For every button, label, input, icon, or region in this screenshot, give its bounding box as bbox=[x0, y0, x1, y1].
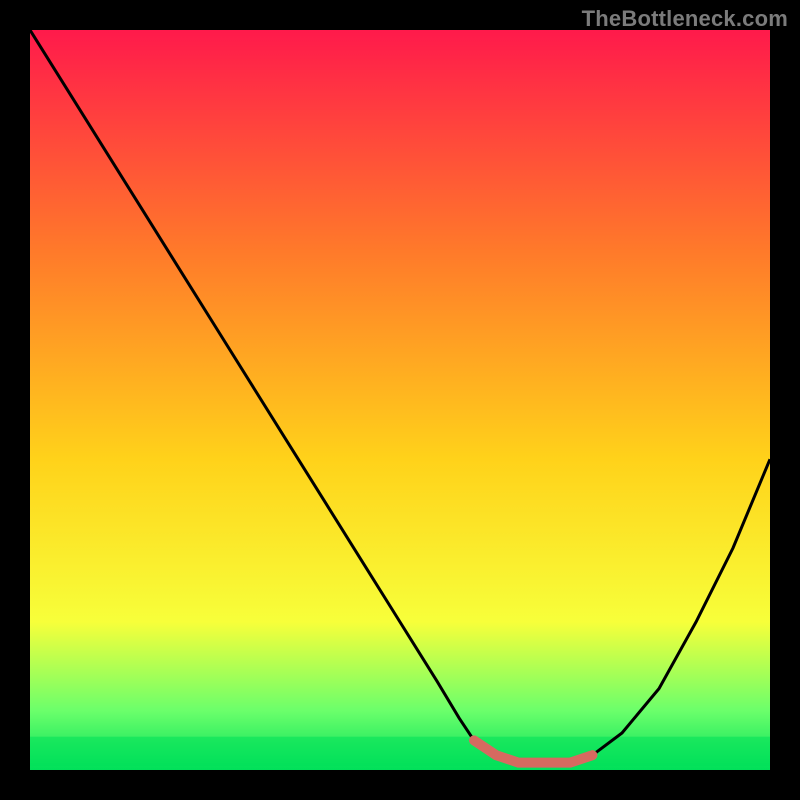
chart-frame: TheBottleneck.com bbox=[0, 0, 800, 800]
chart-svg bbox=[30, 30, 770, 770]
gradient-background bbox=[30, 30, 770, 770]
plot-area bbox=[30, 30, 770, 770]
green-band bbox=[30, 737, 770, 767]
watermark-text: TheBottleneck.com bbox=[582, 6, 788, 32]
